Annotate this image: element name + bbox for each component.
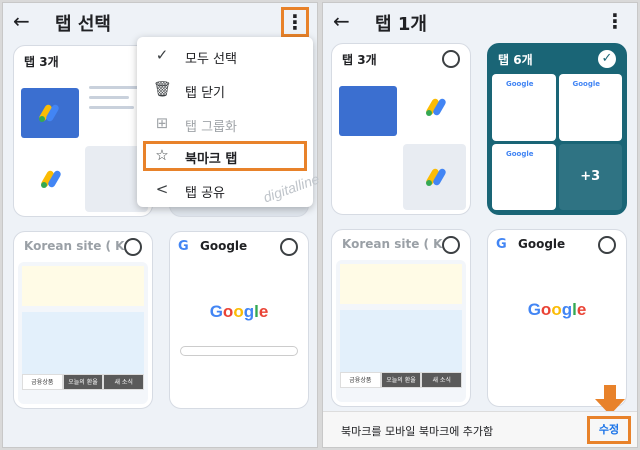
tab-group-card[interactable]: 탭 3개 <box>331 43 471 215</box>
google-logo: Google <box>209 302 269 321</box>
page-thumbnail: 금융상품 오늘의 환율 새 소식 <box>18 262 148 404</box>
google-logo: Google <box>506 149 534 158</box>
menu-item-close-tabs[interactable]: 🗑 탭 닫기 <box>143 75 307 105</box>
select-circle[interactable] <box>442 236 460 254</box>
tab-group-card[interactable]: 탭 3개 <box>13 45 153 217</box>
tab-group-thumbnails <box>18 76 148 212</box>
news-tab: 새 소식 <box>103 374 145 390</box>
news-tab-bar: 금융상품 오늘의 환율 새 소식 <box>22 374 145 390</box>
tab-card[interactable]: G Google Google <box>487 229 627 407</box>
tab-group-thumbnails <box>336 74 466 210</box>
card-title: Korean site ( K <box>342 237 443 251</box>
news-tab: 새 소식 <box>421 372 463 388</box>
google-g-icon: G <box>496 237 507 252</box>
tab-card[interactable]: G Google Google <box>169 231 309 409</box>
tab-group-thumbnails: Google Google Google +3 <box>492 74 622 210</box>
edit-button[interactable]: 수정 <box>587 416 631 444</box>
more-tabs-count: +3 <box>558 143 622 210</box>
page-title: 탭 선택 <box>55 14 111 35</box>
select-circle[interactable] <box>124 238 142 256</box>
more-options-icon[interactable]: ⋮ <box>601 7 629 37</box>
right-screen: ← 탭 1개 ⋮ 탭 3개 탭 6개 ✓ Google Google Googl… <box>322 2 638 448</box>
thumbnail: Google <box>492 74 556 141</box>
google-logo: Google <box>506 80 534 88</box>
trash-icon: 🗑 <box>153 80 173 98</box>
snackbar-message: 북마크를 모바일 북마크에 추가함 <box>341 425 494 438</box>
thumbnail: Google <box>492 143 556 210</box>
share-icon: < <box>155 180 169 198</box>
news-tab: 금융상품 <box>22 374 63 390</box>
adsense-logo-icon <box>39 168 63 190</box>
thumbnail: Google <box>558 74 622 141</box>
adsense-logo-icon <box>37 102 61 124</box>
more-options-icon[interactable]: ⋮ <box>281 7 309 37</box>
group-icon: ⊞ <box>155 114 169 132</box>
card-title: 탭 3개 <box>24 55 59 69</box>
card-title: 탭 6개 <box>498 53 533 67</box>
news-tab: 오늘의 환율 <box>62 374 104 390</box>
star-icon: ☆ <box>155 146 169 164</box>
back-arrow-icon[interactable]: ← <box>333 9 350 33</box>
left-screen: ← 탭 선택 ⋮ 탭 3개 Korean site (K 금융상품 오늘의 환… <box>2 2 318 448</box>
thumbnail <box>402 143 466 210</box>
adsense-logo-icon <box>424 96 447 118</box>
page-thumbnail: Google <box>174 262 304 404</box>
select-circle[interactable] <box>442 50 460 68</box>
adsense-logo-icon <box>424 166 447 188</box>
news-tab: 오늘의 환율 <box>380 372 422 388</box>
menu-item-group-tabs[interactable]: ⊞ 탭 그룹화 <box>143 109 307 139</box>
page-thumbnail: Google <box>492 260 622 402</box>
menu-item-bookmark-tabs[interactable]: ☆ 북마크 탭 <box>143 141 307 171</box>
card-title: 탭 3개 <box>342 53 377 67</box>
select-circle[interactable] <box>598 236 616 254</box>
check-circle-icon: ✓ <box>155 46 169 64</box>
top-app-bar: ← 탭 1개 ⋮ <box>323 3 637 41</box>
select-circle[interactable] <box>280 238 298 256</box>
back-arrow-icon[interactable]: ← <box>13 9 30 33</box>
thumbnail <box>336 74 400 141</box>
google-logo: Google <box>527 300 587 319</box>
google-logo: Google <box>572 80 601 88</box>
tab-card[interactable]: Korean site ( K 금융상품 오늘의 환율 새 소식 <box>331 229 471 407</box>
page-thumbnail: 금융상품 오늘의 환율 새 소식 <box>336 260 466 402</box>
check-icon[interactable]: ✓ <box>598 50 616 68</box>
card-title: Google <box>200 239 248 253</box>
top-app-bar: ← 탭 선택 ⋮ <box>3 3 317 41</box>
card-title: Korean site ( K <box>24 239 125 253</box>
thumbnail <box>18 76 82 143</box>
snackbar: 북마크를 모바일 북마크에 추가함 수정 <box>323 411 637 447</box>
google-g-icon: G <box>178 239 189 254</box>
menu-item-select-all[interactable]: ✓ 모두 선택 <box>143 41 307 71</box>
tab-group-card-selected[interactable]: 탭 6개 ✓ Google Google Google +3 <box>487 43 627 215</box>
card-title: Google <box>518 237 566 251</box>
thumbnail <box>336 143 400 210</box>
thumbnail <box>18 145 82 212</box>
news-tab: 금융상품 <box>340 372 381 388</box>
news-tab-bar: 금융상품 오늘의 환율 새 소식 <box>340 372 463 388</box>
tab-card[interactable]: Korean site ( K 금융상품 오늘의 환율 새 소식 <box>13 231 153 409</box>
page-title: 탭 1개 <box>375 14 427 35</box>
thumbnail <box>402 74 466 141</box>
